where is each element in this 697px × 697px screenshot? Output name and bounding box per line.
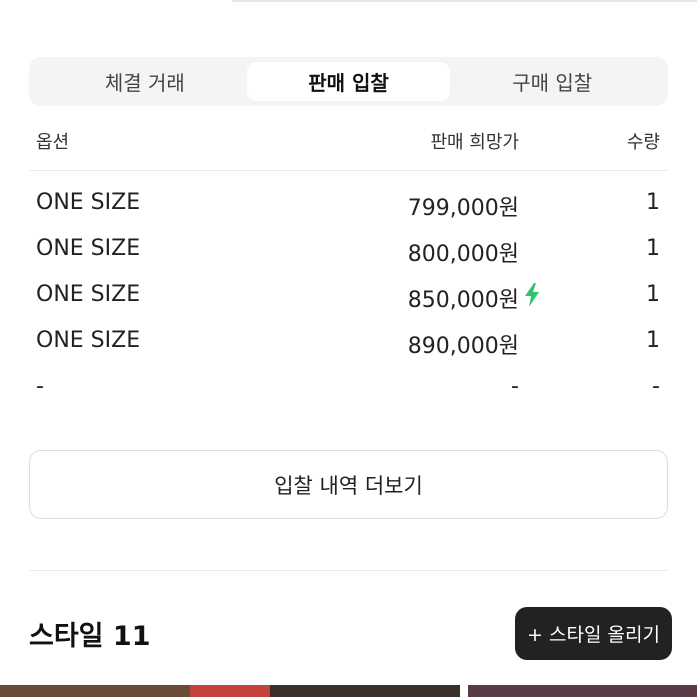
row-option: - (36, 374, 44, 399)
bid-table-body: ONE SIZE 799,000원 1 ONE SIZE 800,000원 1 … (29, 190, 668, 420)
row-option: ONE SIZE (36, 236, 141, 261)
header-quantity: 수량 (626, 132, 660, 153)
row-quantity: - (652, 374, 660, 399)
tab-sell-bids[interactable]: 판매 입찰 (246, 62, 451, 101)
header-option: 옵션 (36, 132, 70, 153)
row-price: 799,000원 (407, 196, 519, 221)
lightning-bolt-icon (525, 283, 539, 307)
row-price: - (511, 374, 519, 399)
style-thumbnail[interactable] (270, 685, 460, 697)
bid-table-header: 옵션 판매 희망가 수량 (29, 128, 668, 171)
row-price: 800,000원 (407, 242, 519, 267)
style-thumbnail[interactable] (0, 685, 190, 697)
top-divider-strip (232, 0, 697, 2)
row-option: ONE SIZE (36, 328, 141, 353)
tab-buy-bids[interactable]: 구매 입찰 (450, 62, 654, 101)
table-row: ONE SIZE 850,000원 1 (29, 282, 668, 328)
style-thumbnail[interactable] (468, 685, 697, 697)
row-quantity: 1 (646, 328, 660, 353)
row-quantity: 1 (646, 282, 660, 307)
section-divider (29, 570, 668, 571)
table-row: ONE SIZE 890,000원 1 (29, 328, 668, 374)
row-option: ONE SIZE (36, 282, 141, 307)
upload-style-button[interactable]: + 스타일 올리기 (515, 607, 672, 660)
table-row: - - - (29, 374, 668, 420)
row-quantity: 1 (646, 190, 660, 215)
row-price: 890,000원 (407, 334, 519, 359)
style-thumbnail[interactable] (190, 685, 270, 697)
table-row: ONE SIZE 800,000원 1 (29, 236, 668, 282)
style-section-title: 스타일 11 (29, 621, 151, 652)
row-quantity: 1 (646, 236, 660, 261)
trade-tabs: 체결 거래 판매 입찰 구매 입찰 (29, 57, 668, 106)
style-thumbnails (0, 685, 697, 697)
more-bids-button[interactable]: 입찰 내역 더보기 (29, 450, 668, 519)
row-option: ONE SIZE (36, 190, 141, 215)
tab-completed-trades[interactable]: 체결 거래 (43, 62, 247, 101)
table-row: ONE SIZE 799,000원 1 (29, 190, 668, 236)
header-price: 판매 희망가 (430, 132, 519, 153)
row-price: 850,000원 (407, 288, 519, 313)
